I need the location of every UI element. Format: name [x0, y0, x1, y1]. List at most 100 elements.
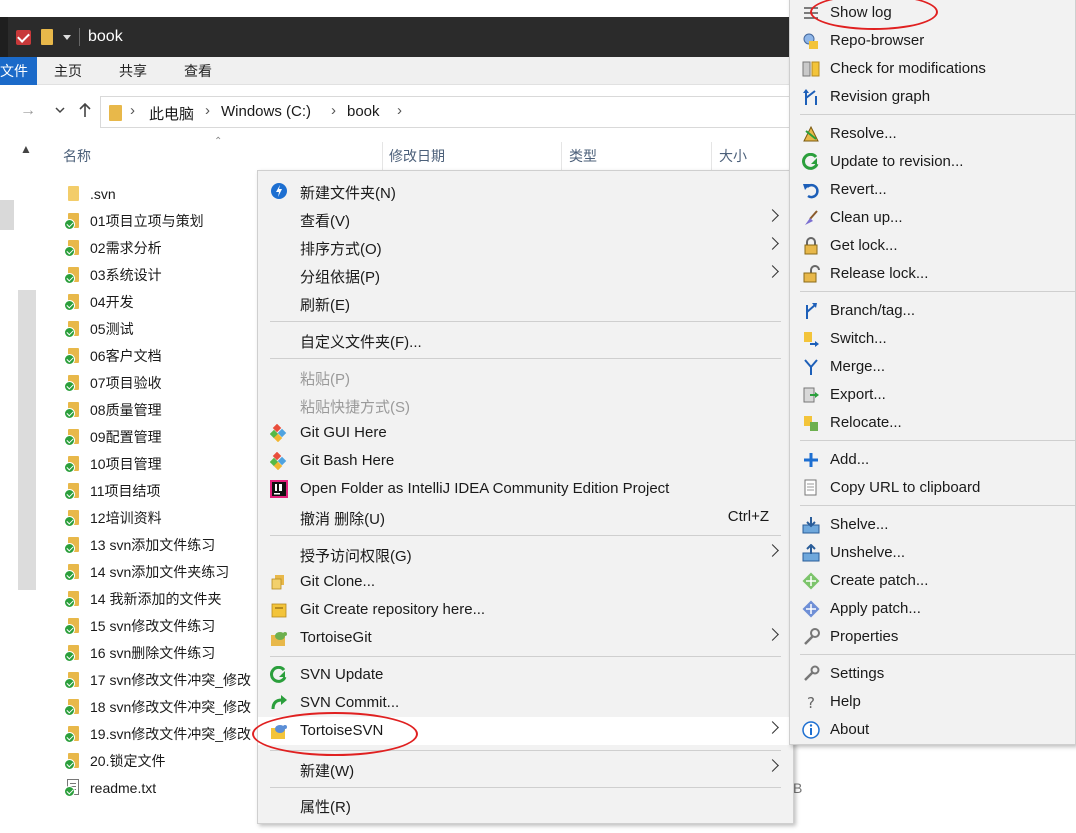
menu-item-customize[interactable]: 自定义文件夹(F)... — [258, 326, 793, 354]
submenu-item-switch[interactable]: Switch... — [790, 325, 1076, 353]
submenu-item-show-log[interactable]: Show log — [790, 0, 1076, 27]
submenu-item-shelve[interactable]: Shelve... — [790, 511, 1076, 539]
menu-item-svn-commit[interactable]: SVN Commit... — [258, 689, 793, 717]
file-row[interactable]: 12培训资料 — [56, 504, 266, 531]
column-header-type[interactable]: 类型 — [569, 146, 597, 166]
menu-item-group[interactable]: 分组依据(P) — [258, 261, 793, 289]
submenu-item-release-lock[interactable]: Release lock... — [790, 260, 1076, 288]
file-row[interactable]: 06客户文档 — [56, 342, 266, 369]
submenu-item-about[interactable]: About — [790, 716, 1076, 744]
submenu-item-properties[interactable]: Properties — [790, 623, 1076, 651]
tab-file[interactable]: 文件 — [0, 57, 37, 85]
tab-share[interactable]: 共享 — [119, 57, 147, 85]
file-row[interactable]: .svn — [56, 180, 266, 207]
up-arrow-icon[interactable] — [78, 102, 92, 121]
nav-pane-scrollbar[interactable] — [18, 290, 36, 590]
column-header-size[interactable]: 大小 — [719, 146, 747, 166]
git-create-repo-icon — [270, 601, 288, 619]
menu-item-view[interactable]: 查看(V) — [258, 205, 793, 233]
breadcrumb-drive-c[interactable]: Windows (C:) — [221, 103, 311, 120]
file-row[interactable]: 10项目管理 — [56, 450, 266, 477]
tab-home[interactable]: 主页 — [54, 57, 82, 85]
file-row[interactable]: 03系统设计 — [56, 261, 266, 288]
submenu-item-export[interactable]: Export... — [790, 381, 1076, 409]
menu-item-undo[interactable]: 撤消 删除(U) Ctrl+Z — [258, 503, 793, 531]
file-row[interactable]: 18 svn修改文件冲突_修改 — [56, 693, 266, 720]
menu-item-git-bash[interactable]: Git Bash Here — [258, 447, 793, 475]
file-row[interactable]: 01项目立项与策划 — [56, 207, 266, 234]
file-row[interactable]: 14 我新添加的文件夹 — [56, 585, 266, 612]
breadcrumb-separator[interactable]: › — [331, 102, 336, 119]
properties-quick-icon[interactable] — [16, 29, 31, 45]
file-row[interactable]: 19.svn修改文件冲突_修改 — [56, 720, 266, 747]
breadcrumb-separator[interactable]: › — [130, 102, 135, 119]
menu-item-sort[interactable]: 排序方式(O) — [258, 233, 793, 261]
submenu-item-copy-url[interactable]: Copy URL to clipboard — [790, 474, 1076, 502]
menu-item-properties[interactable]: 属性(R) — [258, 791, 793, 819]
file-row[interactable]: 13 svn添加文件练习 — [56, 531, 266, 558]
submenu-item-merge[interactable]: Merge... — [790, 353, 1076, 381]
column-divider[interactable] — [711, 142, 712, 170]
submenu-item-repo-browser[interactable]: Repo-browser — [790, 27, 1076, 55]
submenu-item-branch-tag[interactable]: Branch/tag... — [790, 297, 1076, 325]
breadcrumb-separator[interactable]: › — [205, 102, 210, 119]
column-divider[interactable] — [382, 142, 383, 170]
menu-item-paste[interactable]: 粘贴(P) — [258, 363, 793, 391]
address-bar[interactable]: › 此电脑 › Windows (C:) › book › — [100, 96, 790, 128]
file-row[interactable]: 07项目验收 — [56, 369, 266, 396]
submenu-item-unshelve[interactable]: Unshelve... — [790, 539, 1076, 567]
menu-item-tortoisesvn[interactable]: TortoiseSVN — [258, 717, 793, 745]
menu-item-new[interactable]: 新建(W) — [258, 755, 793, 783]
file-row[interactable]: 17 svn修改文件冲突_修改 — [56, 666, 266, 693]
submenu-item-relocate[interactable]: Relocate... — [790, 409, 1076, 437]
file-row[interactable]: 04开发 — [56, 288, 266, 315]
menu-item-git-gui[interactable]: Git GUI Here — [258, 419, 793, 447]
menu-item-svn-update[interactable]: SVN Update — [258, 661, 793, 689]
menu-item-tortoisegit[interactable]: TortoiseGit — [258, 624, 793, 652]
scroll-up-icon[interactable]: ▲ — [20, 142, 32, 156]
submenu-item-update-to-revision[interactable]: Update to revision... — [790, 148, 1076, 176]
submenu-item-revert[interactable]: Revert... — [790, 176, 1076, 204]
submenu-item-help[interactable]: ? Help — [790, 688, 1076, 716]
file-row[interactable]: 05测试 — [56, 315, 266, 342]
svn-normal-folder-icon — [64, 752, 82, 770]
menu-item-refresh[interactable]: 刷新(E) — [258, 289, 793, 317]
file-row[interactable]: 16 svn删除文件练习 — [56, 639, 266, 666]
file-row[interactable]: 15 svn修改文件练习 — [56, 612, 266, 639]
tab-view[interactable]: 查看 — [184, 57, 212, 85]
menu-item-intellij[interactable]: Open Folder as IntelliJ IDEA Community E… — [258, 475, 793, 503]
file-row[interactable]: readme.txt — [56, 774, 266, 801]
breadcrumb-this-pc[interactable]: 此电脑 — [149, 103, 194, 124]
submenu-item-apply-patch[interactable]: Apply patch... — [790, 595, 1076, 623]
submenu-item-clean-up[interactable]: Clean up... — [790, 204, 1076, 232]
menu-item-grant-access[interactable]: 授予访问权限(G) — [258, 540, 793, 568]
menu-item-label: Clean up... — [830, 209, 903, 226]
new-folder-quick-icon[interactable] — [41, 29, 53, 45]
recent-locations-chevron-icon[interactable] — [54, 103, 66, 119]
submenu-item-check-modifications[interactable]: Check for modifications — [790, 55, 1076, 83]
menu-item-git-create[interactable]: Git Create repository here... — [258, 596, 793, 624]
breadcrumb-separator[interactable]: › — [397, 102, 402, 119]
menu-item-git-clone[interactable]: Git Clone... — [258, 568, 793, 596]
file-row[interactable]: 20.锁定文件 — [56, 747, 266, 774]
column-divider[interactable] — [561, 142, 562, 170]
submenu-item-revision-graph[interactable]: Revision graph — [790, 83, 1076, 111]
selected-nav-item[interactable] — [0, 200, 14, 230]
file-row[interactable]: 08质量管理 — [56, 396, 266, 423]
file-row[interactable]: 11项目结项 — [56, 477, 266, 504]
file-row[interactable]: 02需求分析 — [56, 234, 266, 261]
quick-access-dropdown-icon[interactable] — [63, 34, 71, 40]
column-header-modified[interactable]: 修改日期 — [389, 146, 445, 166]
forward-arrow-icon[interactable]: → — [20, 102, 36, 120]
breadcrumb-book[interactable]: book — [347, 103, 380, 120]
column-header-name[interactable]: 名称 — [63, 146, 91, 166]
menu-item-paste-shortcut[interactable]: 粘贴快捷方式(S) — [258, 391, 793, 419]
submenu-item-settings[interactable]: Settings — [790, 660, 1076, 688]
file-row[interactable]: 14 svn添加文件夹练习 — [56, 558, 266, 585]
file-row[interactable]: 09配置管理 — [56, 423, 266, 450]
submenu-item-resolve[interactable]: Resolve... — [790, 120, 1076, 148]
submenu-item-add[interactable]: Add... — [790, 446, 1076, 474]
submenu-item-get-lock[interactable]: Get lock... — [790, 232, 1076, 260]
menu-item-new-folder[interactable]: 新建文件夹(N) — [258, 177, 793, 205]
submenu-item-create-patch[interactable]: Create patch... — [790, 567, 1076, 595]
